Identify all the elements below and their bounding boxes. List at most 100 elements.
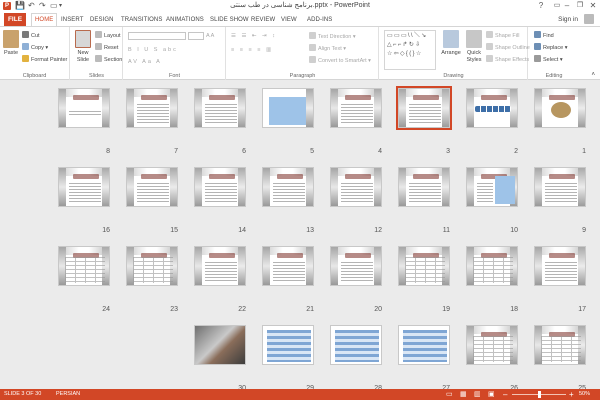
zoom-out-button[interactable]: – [503,389,507,400]
slide-thumbnail-13[interactable] [262,167,314,207]
tab-view[interactable]: VIEW [281,14,297,26]
arrange-button[interactable]: Arrange [440,30,462,57]
select-icon [534,55,541,62]
shape-effects-button[interactable]: Shape Effects [486,55,529,64]
tab-slide-show[interactable]: SLIDE SHOW [210,14,249,26]
slide-thumbnail-19[interactable] [398,246,450,286]
slide-thumbnail-16[interactable] [58,167,110,207]
shape-outline-button[interactable]: Shape Outline [486,43,530,52]
zoom-slider-thumb[interactable] [538,391,541,398]
new-slide-icon [75,30,91,48]
copy-button[interactable]: Copy ▾ [22,43,48,52]
restore-button[interactable]: ❐ [573,0,587,12]
slide-thumbnail-22[interactable] [194,246,246,286]
layout-button[interactable]: Layout [95,31,121,40]
tab-insert[interactable]: INSERT [61,14,84,26]
slide-thumbnail-23[interactable] [126,246,178,286]
language-indicator[interactable]: PERSIAN [56,389,80,400]
title-bar: P 💾 ↶ ↷ ▭ ▾ برنامج شناسی در طب سنتی.pptx… [0,0,600,12]
slide-thumbnail-5[interactable] [262,88,314,128]
slide-thumbnail-14[interactable] [194,167,246,207]
avatar[interactable] [584,14,594,24]
slide-thumbnail-4[interactable] [330,88,382,128]
tab-design[interactable]: DESIGN [90,14,114,26]
text-direction-icon [309,32,316,39]
slide-thumbnail-2[interactable] [466,88,518,128]
font-size-combo[interactable] [188,32,204,40]
tab-add-ins[interactable]: ADD-INS [307,14,332,26]
slide-thumbnail-24[interactable] [58,246,110,286]
new-slide-button[interactable]: New Slide [73,30,93,64]
cut-button[interactable]: Cut [22,31,40,40]
collapse-ribbon-icon[interactable]: ˄ [591,71,595,79]
slide-thumbnail-18[interactable] [466,246,518,286]
slide-number-15: 15 [170,227,178,234]
slide-number-8: 8 [106,148,110,155]
find-button[interactable]: Find [534,31,554,40]
shapes-gallery[interactable]: ▭▭▭\\＼↘ △⌐⌐↱↻⇩ ☆⇦◇{(}☆ [384,30,436,70]
slide-number-10: 10 [510,227,518,234]
slide-thumbnail-17[interactable] [534,246,586,286]
zoom-in-button[interactable]: + [569,389,574,400]
slide-number-22: 22 [238,306,246,313]
font-grow-icon[interactable]: A A [206,32,214,40]
tab-file[interactable]: FILE [4,13,26,26]
zoom-level[interactable]: 50% [579,389,590,400]
slide-thumbnail-25[interactable] [534,325,586,365]
slide-thumbnail-9[interactable] [534,167,586,207]
slide-thumbnail-21[interactable] [262,246,314,286]
tab-transitions[interactable]: TRANSITIONS [121,14,162,26]
font-color-buttons[interactable]: AV Aa A [128,58,162,66]
text-direction-button[interactable]: Text Direction ▾ [309,32,356,41]
group-label-slides: Slides [89,73,104,79]
align-text-button[interactable]: Align Text ▾ [309,44,346,53]
tab-review[interactable]: REVIEW [251,14,275,26]
slide-thumbnail-29[interactable] [262,325,314,365]
slide-thumbnail-28[interactable] [330,325,382,365]
slide-thumbnail-6[interactable] [194,88,246,128]
quick-styles-button[interactable]: Quick Styles [463,30,485,64]
slide-thumbnail-10[interactable] [466,167,518,207]
slide-thumbnail-26[interactable] [466,325,518,365]
shape-fill-button[interactable]: Shape Fill [486,31,519,40]
convert-smartart-button[interactable]: Convert to SmartArt ▾ [309,56,371,65]
slide-thumbnail-11[interactable] [398,167,450,207]
help-button[interactable]: ? [534,0,548,12]
slide-thumbnail-8[interactable] [58,88,110,128]
slide-thumbnail-12[interactable] [330,167,382,207]
slide-thumbnail-20[interactable] [330,246,382,286]
reading-view-icon[interactable]: ▥ [474,389,481,400]
slide-number-3: 3 [446,148,450,155]
tab-animations[interactable]: ANIMATIONS [166,14,204,26]
minimize-button[interactable]: – [560,0,574,12]
section-button[interactable]: Section [95,55,122,64]
font-style-buttons[interactable]: B I U S abc [128,46,178,54]
slide-sorter-view-icon[interactable]: ▦ [460,389,467,400]
font-name-combo[interactable] [128,32,186,40]
replace-button[interactable]: Replace ▾ [534,43,567,52]
paste-button[interactable]: Paste [2,30,20,57]
sign-in-link[interactable]: Sign in [558,15,578,25]
tab-home[interactable]: HOME [31,13,58,26]
arrange-icon [443,30,459,48]
slide-thumbnail-1[interactable] [534,88,586,128]
slide-number-16: 16 [102,227,110,234]
select-button[interactable]: Select ▾ [534,55,563,64]
format-painter-button[interactable]: Format Painter [22,55,67,64]
close-button[interactable]: ✕ [586,0,600,12]
normal-view-icon[interactable]: ▭ [446,389,453,400]
slide-thumbnail-3[interactable] [396,86,452,130]
shape-outline-icon [486,43,493,50]
reset-button[interactable]: Reset [95,43,118,52]
slide-thumbnail-30[interactable] [194,325,246,365]
slideshow-view-icon[interactable]: ▣ [488,389,495,400]
group-drawing: ▭▭▭\\＼↘ △⌐⌐↱↻⇩ ☆⇦◇{(}☆ Arrange Quick Style… [380,27,530,80]
slide-number-19: 19 [442,306,450,313]
slide-number-9: 9 [582,227,586,234]
slide-thumbnail-7[interactable] [126,88,178,128]
zoom-slider[interactable] [512,391,566,398]
slide-thumbnail-15[interactable] [126,167,178,207]
align-buttons[interactable]: ≡ ≡ ≡ ≡ ▥ [231,46,273,54]
list-buttons[interactable]: ☰ ☰ ⇤ ⇥ ↕ [231,32,277,40]
slide-thumbnail-27[interactable] [398,325,450,365]
